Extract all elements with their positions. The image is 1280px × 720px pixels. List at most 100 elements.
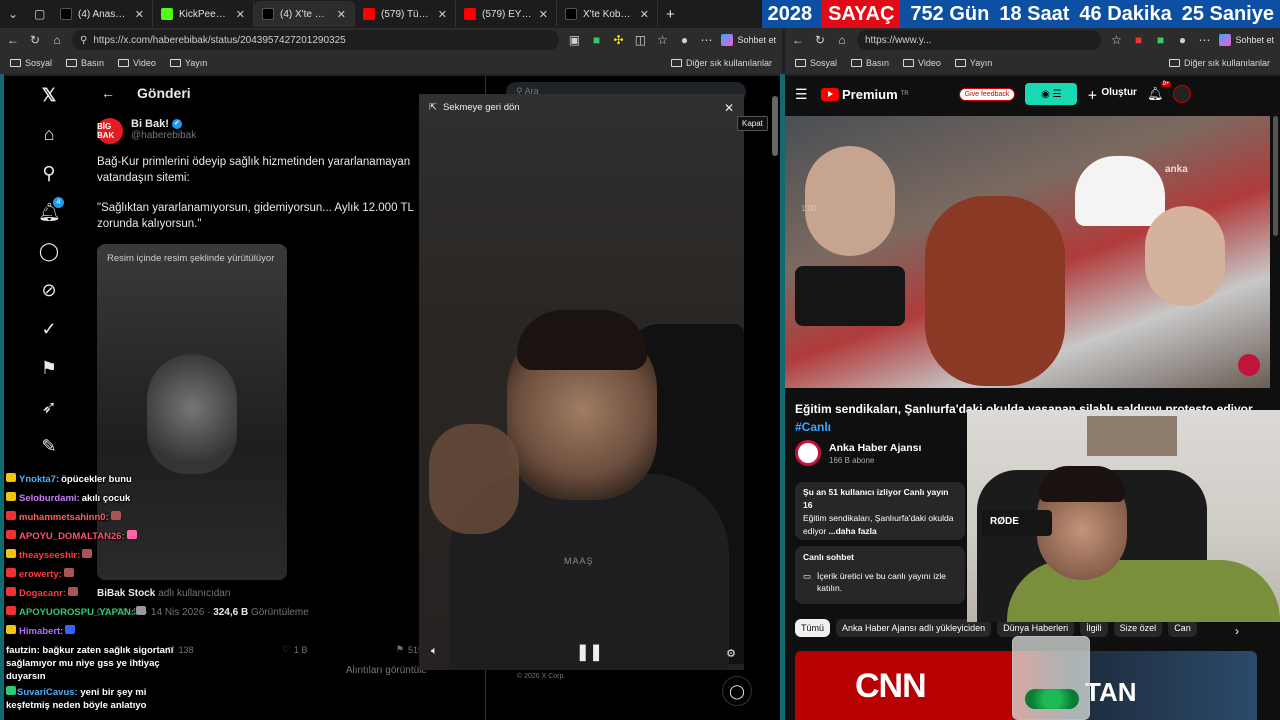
folder-icon (10, 59, 21, 67)
verified-icon[interactable]: ✓ (38, 318, 60, 340)
copilot-icon (721, 34, 734, 46)
bookmark-folder[interactable]: Sosyal (795, 58, 837, 68)
url-field[interactable]: https://www.y... (857, 30, 1102, 50)
bookmark-folder[interactable]: Video (118, 58, 156, 68)
tab-actions-menu[interactable]: ⌄ (0, 1, 26, 27)
bookmark-folder[interactable]: Video (903, 58, 941, 68)
other-bookmarks[interactable]: Diğer sık kullanılanlar (670, 58, 772, 68)
bookmarks-icon[interactable]: ⚑ (38, 357, 60, 379)
avatar[interactable] (1173, 85, 1192, 103)
bookmark-folder[interactable]: Yayın (954, 58, 992, 68)
channel-name[interactable]: Anka Haber Ajansı (829, 442, 921, 454)
tab-5[interactable]: X'te Kobayashi ✕ (557, 1, 658, 27)
back-icon[interactable]: ← (6, 33, 20, 47)
badge-icon (6, 492, 16, 501)
bookmark-folder[interactable]: Basın (66, 58, 104, 68)
reload-icon[interactable]: ↻ (28, 33, 42, 47)
bookmark-folder[interactable]: Basın (851, 58, 889, 68)
like-button[interactable]: ♡ 1 B (282, 644, 308, 655)
chat-message: Himabert: (6, 622, 176, 641)
close-icon[interactable]: ✕ (640, 8, 649, 21)
other-bookmarks[interactable]: Diğer sık kullanılanlar (1168, 58, 1270, 68)
notifications-icon[interactable]: 🔔︎ 4 (38, 197, 64, 223)
hamburger-menu-icon[interactable]: ☰ (795, 86, 811, 103)
chip-all[interactable]: Tümü (795, 619, 831, 637)
close-icon[interactable]: ✕ (438, 8, 447, 21)
workspaces-button[interactable]: ▢ (26, 1, 52, 27)
avatar[interactable]: BİG BAK (97, 118, 123, 144)
grok-icon[interactable]: ⊘ (38, 279, 60, 301)
copilot-chat-button[interactable]: Sohbet et (721, 34, 776, 46)
x-favicon-icon (60, 8, 72, 20)
profile-icon[interactable]: ● (677, 33, 691, 47)
scrollbar[interactable] (1273, 116, 1278, 236)
channel-subscribers: 166 B abone (829, 455, 875, 465)
messages-fab-button[interactable]: ◯ (722, 676, 752, 706)
tab-3[interactable]: (579) Türkiye'de ✕ (355, 1, 456, 27)
bookmark-label: Sosyal (810, 58, 838, 68)
create-button[interactable]: ＋ Oluştur (1087, 87, 1137, 102)
emote-icon (126, 530, 137, 539)
chat-user: erowerty: (19, 569, 62, 580)
split-screen-icon[interactable]: ◫ (633, 33, 647, 47)
tab-4[interactable]: (579) EYÜP SEÇİ ✕ (456, 1, 557, 27)
close-icon[interactable]: ✕ (337, 8, 346, 21)
youtube-logo[interactable]: Premium TR (821, 87, 909, 102)
show-more-link[interactable]: ...daha fazla (829, 526, 877, 536)
site-info-icon[interactable]: ⚲ (80, 35, 87, 46)
badge-icon (6, 568, 16, 577)
bookmark-folder[interactable]: Sosyal (10, 58, 52, 68)
favorite-icon[interactable]: ☆ (1109, 33, 1123, 47)
copilot-chat-button[interactable]: Sohbet et (1219, 34, 1274, 46)
extension-icon[interactable]: ▣ (567, 33, 581, 47)
close-icon[interactable]: ✕ (135, 8, 144, 21)
scrollbar[interactable] (772, 96, 778, 156)
volume-icon[interactable]: 🔈︎ (431, 645, 438, 658)
tab-1[interactable]: KickPeek - Kick.c ✕ (153, 1, 254, 27)
messages-icon[interactable]: ◯ (38, 240, 60, 262)
profile-icon[interactable]: ● (1175, 33, 1189, 47)
gear-icon[interactable]: ⚙ (726, 647, 736, 660)
reload-icon[interactable]: ↻ (813, 33, 827, 47)
extension-icon[interactable]: ■ (1153, 33, 1167, 47)
more-icon[interactable]: ⋯ (1197, 33, 1211, 47)
chevron-right-icon[interactable]: › (1235, 624, 1239, 638)
tab-2[interactable]: (4) X'te Bi B... ✕ (254, 1, 355, 27)
url-field[interactable]: ⚲ https://x.com/haberebibak/status/20439… (72, 30, 560, 50)
video-description[interactable]: Şu an 51 kullanıcı izliyor Canlı yayın 1… (795, 482, 965, 540)
extension-icon[interactable]: ✣ (611, 33, 625, 47)
back-to-tab-button[interactable]: ⇱ Sekmeye geri dön (429, 102, 520, 113)
pause-icon[interactable]: ❚❚ (576, 642, 603, 662)
video-player[interactable]: anka 1:00 (785, 116, 1270, 388)
home-icon[interactable]: ⌂ (38, 123, 60, 145)
hashtag-link[interactable]: #Canlı (795, 420, 831, 434)
back-icon[interactable]: ← (791, 33, 805, 47)
tab-0[interactable]: (4) Anasayfa / X ✕ (52, 1, 153, 27)
home-icon[interactable]: ⌂ (835, 33, 849, 47)
pip-video-window[interactable]: MAAŞ ⇱ Sekmeye geri dön ✕ 🔈︎ ❚❚ ⚙ (419, 94, 744, 670)
more-icon[interactable]: ⋯ (699, 33, 713, 47)
notifications-bell-icon[interactable]: 🔔︎ 9+ (1147, 81, 1172, 102)
author-name[interactable]: Bi Bak! (131, 118, 169, 130)
extension-icon[interactable]: ■ (589, 33, 603, 47)
post-author[interactable]: BİG BAK Bi Bak! ✓ @haberebibak (97, 118, 427, 144)
x-logo-icon[interactable]: 𝕏 (38, 84, 60, 106)
extension-icon[interactable]: ■ (1131, 33, 1145, 47)
bookmark-folder[interactable]: Yayın (169, 58, 207, 68)
close-icon[interactable]: ✕ (539, 8, 548, 21)
edit-icon[interactable]: ✎ (38, 435, 60, 457)
close-icon[interactable]: ✕ (236, 8, 245, 21)
search-icon[interactable]: ⚲ (38, 162, 60, 184)
close-icon[interactable]: ✕ (724, 102, 736, 114)
rocket-icon[interactable]: ➶ (38, 396, 60, 418)
description-text: ediyor (803, 526, 827, 536)
plus-icon: ＋ (1087, 90, 1098, 102)
give-feedback-button[interactable]: Give feedback (958, 87, 1016, 101)
new-tab-button[interactable]: + (658, 1, 688, 27)
extension-button[interactable]: ◉ ☰ (1025, 83, 1078, 105)
favorite-icon[interactable]: ☆ (655, 33, 669, 47)
back-arrow-icon[interactable]: ← (101, 85, 115, 101)
home-icon[interactable]: ⌂ (50, 33, 64, 47)
channel-avatar[interactable] (795, 440, 821, 466)
live-chat-text: İçerik üretici ve bu canlı yayını izle k… (817, 571, 947, 593)
